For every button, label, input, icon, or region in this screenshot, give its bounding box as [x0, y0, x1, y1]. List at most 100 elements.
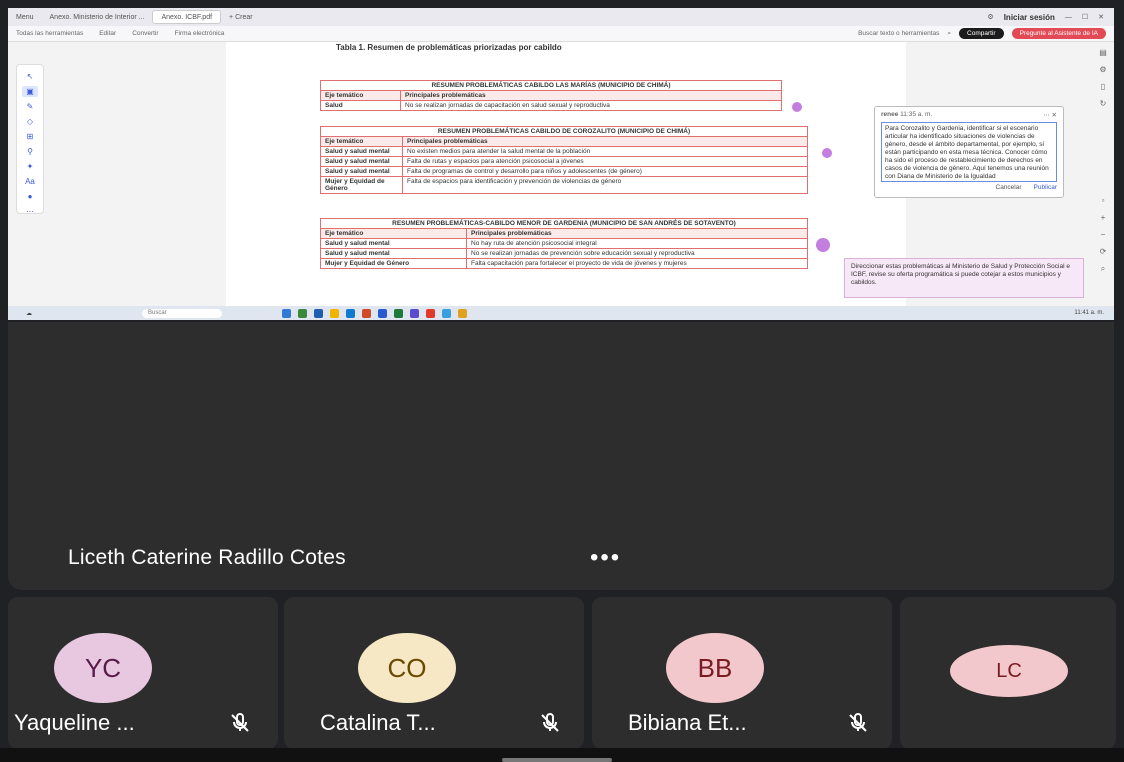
- table-row: Salud y salud mental Falta de rutas y es…: [320, 156, 808, 167]
- ask-ai-button[interactable]: Pregunte al Asistente de IA: [1011, 28, 1106, 39]
- textbox-icon[interactable]: ⊞: [22, 131, 38, 142]
- close-icon[interactable]: ✕: [1098, 13, 1104, 21]
- toolbar-all-tools[interactable]: Todas las herramientas: [8, 30, 91, 37]
- table-las-marias: RESUMEN PROBLEMÁTICAS CABILDO LAS MARÍAS…: [320, 80, 782, 111]
- publish-button[interactable]: Publicar: [1034, 184, 1057, 191]
- comment-marker-icon[interactable]: [816, 238, 830, 252]
- comment-marker-icon[interactable]: [792, 102, 802, 112]
- toolbar-sign[interactable]: Firma electrónica: [167, 30, 233, 37]
- table-cell: Salud: [320, 100, 401, 111]
- table-cell: Falta de espacios para identificación y …: [402, 176, 808, 194]
- annotation-toolbar: ↖ ▣ ✎ ◇ ⊞ ⚲ ✦ Aa ● ⋯: [16, 64, 44, 217]
- table-cell: Salud y salud mental: [320, 166, 403, 177]
- teams-icon[interactable]: [410, 308, 419, 318]
- participant-name: Yaqueline ...: [14, 710, 135, 735]
- zoom-icon[interactable]: ⌕: [1101, 264, 1105, 274]
- more-icon[interactable]: ⋯: [22, 206, 38, 217]
- table-cell: Falta de programas de control y desarrol…: [402, 166, 808, 177]
- app-icon[interactable]: [442, 308, 451, 318]
- color-icon[interactable]: ●: [22, 191, 38, 202]
- share-button[interactable]: Compartir: [959, 28, 1004, 39]
- zoom-in-icon[interactable]: +: [1101, 213, 1106, 222]
- table-cell: Mujer y Equidad de Género: [320, 258, 467, 269]
- signin-button[interactable]: Iniciar sesión: [1004, 13, 1055, 22]
- excel-icon[interactable]: [394, 308, 403, 318]
- chrome-icon[interactable]: [458, 308, 467, 318]
- table-row: Salud y salud mental No hay ruta de aten…: [320, 238, 808, 249]
- settings-icon[interactable]: ⚙: [1099, 65, 1106, 74]
- tab-new[interactable]: + Crear: [221, 14, 261, 21]
- toolbar-edit[interactable]: Editar: [91, 30, 124, 37]
- table-cell: Mujer y Equidad de Género: [320, 176, 403, 194]
- taskbar-search[interactable]: Buscar: [142, 308, 222, 318]
- rotate-icon[interactable]: ⟳: [1100, 247, 1107, 256]
- maximize-icon[interactable]: ☐: [1082, 13, 1088, 21]
- toolbar-convert[interactable]: Convertir: [124, 30, 166, 37]
- app-icon[interactable]: [298, 308, 307, 318]
- speaker-tile[interactable]: Liceth Caterine Radillo Cotes •••: [8, 322, 1114, 590]
- table-header: Principales problemáticas: [402, 136, 808, 147]
- search-icon[interactable]: ⌕: [947, 30, 951, 38]
- table-row: Salud y salud mental No existen medios p…: [320, 146, 808, 157]
- comment-marker-icon[interactable]: [822, 148, 832, 158]
- stamp-icon[interactable]: ⚲: [22, 146, 38, 157]
- pdf-toolbar: Todas las herramientas Editar Convertir …: [8, 26, 1114, 42]
- sticky-note: Direccionar estas problemáticas al Minis…: [844, 258, 1084, 298]
- cancel-button[interactable]: Cancelar: [996, 184, 1022, 191]
- participant-tile[interactable]: YC Yaqueline ...: [8, 597, 278, 749]
- windows-taskbar: ☁ Buscar 11:41 a. m.: [8, 306, 1114, 320]
- app-icon[interactable]: [362, 308, 371, 318]
- table-cell: Salud y salud mental: [320, 238, 467, 249]
- participant-tile[interactable]: CO Catalina T...: [284, 597, 584, 749]
- word-icon[interactable]: [378, 308, 387, 318]
- acrobat-icon[interactable]: [426, 308, 435, 318]
- table-row: Salud y salud mental Falta de programas …: [320, 166, 808, 177]
- table-gardenia: RESUMEN PROBLEMÁTICAS-CABILDO MENOR DE G…: [320, 218, 808, 269]
- table-header: Eje temático: [320, 136, 403, 147]
- pen-icon[interactable]: ✎: [22, 101, 38, 112]
- app-icon[interactable]: [282, 308, 291, 318]
- avatar-initials: LC: [996, 659, 1022, 682]
- comment-icon[interactable]: ▣: [22, 86, 38, 97]
- page-icon[interactable]: ▯: [1101, 82, 1105, 91]
- taskbar-clock[interactable]: 11:41 a. m.: [1074, 310, 1114, 316]
- close-icon[interactable]: ⋯ ✕: [1043, 111, 1057, 119]
- tab-anexo-ministerio[interactable]: Anexo. Ministerio de Interior ...: [42, 14, 153, 21]
- folder-icon[interactable]: [330, 308, 339, 318]
- toolbar-search-text[interactable]: Buscar texto o herramientas: [858, 30, 939, 37]
- comment-textarea[interactable]: Para Corozalito y Gardenia, identificar …: [881, 122, 1057, 182]
- table-cell: No existen medios para atender la salud …: [402, 146, 808, 157]
- panel-icon[interactable]: ▤: [1099, 48, 1107, 57]
- widgets-icon[interactable]: ☁: [26, 310, 32, 317]
- participant-tile[interactable]: LC: [900, 597, 1116, 749]
- cursor-icon[interactable]: ↖: [22, 71, 38, 82]
- table-header: Eje temático: [320, 90, 401, 101]
- participant-tile[interactable]: BB Bibiana Et...: [592, 597, 892, 749]
- history-icon[interactable]: ↻: [1100, 99, 1107, 108]
- speaker-name: Liceth Caterine Radillo Cotes: [68, 546, 346, 569]
- table-row: Salud y salud mental No se realizan jorn…: [320, 248, 808, 259]
- avatar-initials: CO: [387, 652, 427, 683]
- tab-anexo-icbf[interactable]: Anexo. ICBF.pdf: [152, 10, 222, 24]
- zoom-out-icon[interactable]: −: [1101, 230, 1106, 239]
- comment-author: renee: [881, 111, 899, 118]
- highlight-icon[interactable]: ✦: [22, 161, 38, 172]
- more-options-icon[interactable]: •••: [590, 544, 621, 572]
- app-icon[interactable]: [314, 308, 323, 318]
- avatar: BB: [666, 633, 764, 703]
- eraser-icon[interactable]: ◇: [22, 116, 38, 127]
- table-cell: Falta de rutas y espacios para atención …: [402, 156, 808, 167]
- table-cell: No se realizan jornadas de capacitación …: [400, 100, 782, 111]
- edge-icon[interactable]: [346, 308, 355, 318]
- text-icon[interactable]: Aa: [22, 176, 38, 187]
- video-call-window: Menu Anexo. Ministerio de Interior ... A…: [0, 0, 1124, 762]
- right-side-toolbar: ▤ ⚙ ▯ ↻ ▫ + − ⟳ ⌕: [1096, 48, 1110, 308]
- gear-icon[interactable]: ⚙: [987, 13, 993, 21]
- avatar: LC: [950, 645, 1068, 697]
- tab-menu[interactable]: Menu: [8, 14, 42, 21]
- taskbar-apps: [282, 308, 467, 318]
- home-indicator[interactable]: [502, 758, 612, 762]
- table-cell: Salud y salud mental: [320, 156, 403, 167]
- page-number-icon[interactable]: ▫: [1102, 196, 1105, 205]
- minimize-icon[interactable]: —: [1065, 14, 1072, 21]
